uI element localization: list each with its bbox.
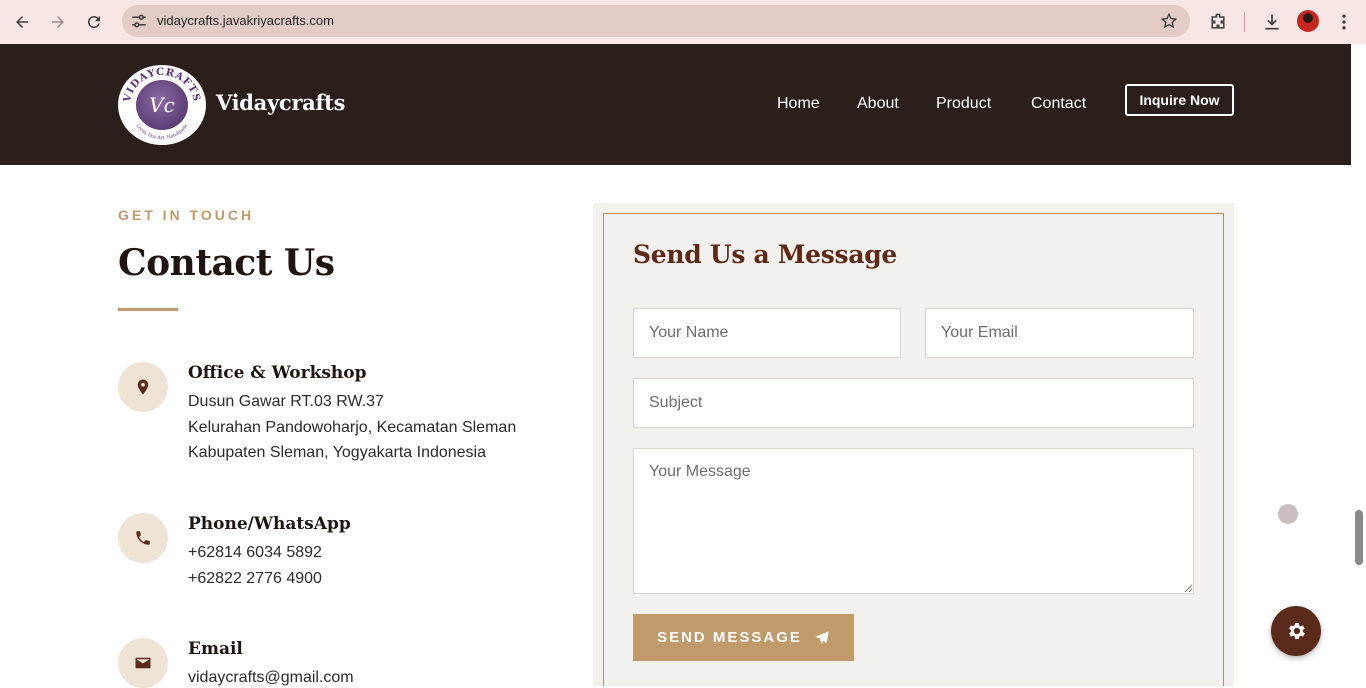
profile-avatar[interactable]: [1297, 10, 1319, 32]
address-bar[interactable]: vidaycrafts.javakriyacrafts.com: [122, 5, 1190, 37]
phone-icon: [136, 531, 150, 545]
arrow-left-icon: [16, 16, 28, 28]
toolbar-divider: [1244, 12, 1245, 32]
nav-about[interactable]: About: [857, 95, 899, 113]
office-address-line: Dusun Gawar RT.03 RW.37: [188, 393, 384, 410]
paper-plane-icon: [815, 630, 829, 644]
bookmark-star-icon[interactable]: [1160, 12, 1178, 30]
site-header: VIDAYCRAFTS Local, Our Art, Handmade Vc …: [0, 44, 1351, 165]
forward-button[interactable]: [46, 10, 70, 34]
url-text[interactable]: vidaycrafts.javakriyacrafts.com: [157, 13, 334, 28]
settings-float-button[interactable]: [1271, 606, 1321, 656]
envelope-icon: [135, 657, 151, 669]
email-address[interactable]: vidaycrafts@gmail.com: [188, 669, 354, 687]
email-icon-badge: [118, 638, 168, 688]
scrollbar-thumb[interactable]: [1355, 510, 1363, 565]
browser-toolbar: vidaycrafts.javakriyacrafts.com: [0, 0, 1366, 44]
send-message-label: SEND MESSAGE: [657, 629, 802, 646]
back-button[interactable]: [10, 10, 34, 34]
page-scrollbar[interactable]: [1351, 44, 1366, 686]
email-title: Email: [188, 639, 243, 659]
reload-icon: [87, 15, 100, 28]
page-title: Contact Us: [118, 242, 335, 284]
site-logo[interactable]: VIDAYCRAFTS Local, Our Art, Handmade Vc: [118, 65, 206, 145]
puzzle-icon: [1211, 13, 1225, 29]
message-textarea[interactable]: [633, 448, 1194, 594]
name-input[interactable]: [633, 308, 901, 358]
send-message-button[interactable]: SEND MESSAGE: [633, 614, 854, 661]
gear-icon: [1289, 623, 1305, 639]
arrow-right-icon: [52, 16, 64, 28]
form-title: Send Us a Message: [633, 240, 898, 269]
extensions-button[interactable]: [1206, 10, 1230, 34]
site-settings-icon[interactable]: [130, 12, 148, 30]
kebab-menu-icon: [1342, 14, 1346, 30]
title-underline: [118, 308, 178, 311]
phone-number[interactable]: +62822 2776 4900: [188, 570, 322, 588]
location-pin-icon: [137, 379, 149, 395]
section-eyebrow: GET IN TOUCH: [118, 207, 255, 223]
nav-contact[interactable]: Contact: [1031, 95, 1086, 113]
floating-indicator[interactable]: [1278, 504, 1298, 524]
phone-number[interactable]: +62814 6034 5892: [188, 544, 322, 562]
browser-menu-button[interactable]: [1332, 10, 1356, 34]
office-title: Office & Workshop: [188, 363, 367, 383]
reload-button[interactable]: [82, 10, 106, 34]
subject-input[interactable]: [633, 378, 1194, 428]
nav-home[interactable]: Home: [777, 95, 820, 113]
phone-icon-badge: [118, 513, 168, 563]
inquire-now-button[interactable]: Inquire Now: [1125, 84, 1234, 116]
location-icon-badge: [118, 362, 168, 412]
logo-badge: VIDAYCRAFTS Local, Our Art, Handmade Vc: [118, 65, 206, 145]
brand-name[interactable]: Vidaycrafts: [216, 90, 345, 115]
office-address-line: Kelurahan Pandowoharjo, Kecamatan Sleman: [188, 419, 517, 436]
phone-title: Phone/WhatsApp: [188, 514, 351, 534]
download-icon: [1265, 14, 1279, 30]
nav-product[interactable]: Product: [936, 95, 991, 113]
logo-monogram: Vc: [136, 80, 188, 130]
office-address-line: Kabupaten Sleman, Yogyakarta Indonesia: [188, 444, 487, 461]
downloads-button[interactable]: [1260, 10, 1284, 34]
email-input[interactable]: [925, 308, 1194, 358]
